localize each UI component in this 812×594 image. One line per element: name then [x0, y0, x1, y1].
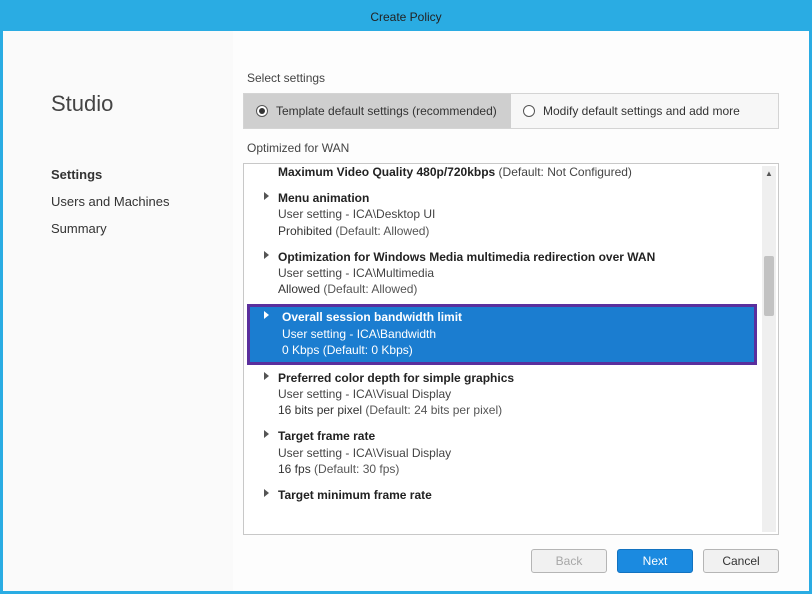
setting-title: Menu animation	[278, 190, 752, 206]
main-panel: Select settings Template default setting…	[233, 31, 809, 591]
select-settings-label: Select settings	[243, 71, 779, 85]
setting-max-video-quality[interactable]: Maximum Video Quality 480p/720kbps (Defa…	[244, 164, 760, 186]
setting-default: (Default: 30 fps)	[311, 462, 400, 476]
setting-path: User setting - ICA\Desktop UI	[278, 206, 752, 222]
settings-list: Maximum Video Quality 480p/720kbps (Defa…	[243, 163, 779, 535]
setting-menu-animation[interactable]: Menu animation User setting - ICA\Deskto…	[244, 186, 760, 245]
scroll-thumb[interactable]	[764, 256, 774, 316]
option-template-default[interactable]: Template default settings (recommended)	[244, 94, 511, 128]
wizard-footer: Back Next Cancel	[243, 535, 779, 573]
setting-wm-redirection-wan[interactable]: Optimization for Windows Media multimedi…	[244, 245, 760, 304]
option-modify-default[interactable]: Modify default settings and add more	[511, 94, 778, 128]
scrollbar[interactable]: ▲	[762, 166, 776, 532]
setting-title-default: (Default: Not Configured)	[495, 165, 632, 179]
setting-title: Maximum Video Quality 480p/720kbps	[278, 165, 495, 179]
window-titlebar: Create Policy	[3, 3, 809, 31]
back-button[interactable]: Back	[531, 549, 607, 573]
expand-icon	[264, 372, 269, 380]
setting-title: Optimization for Windows Media multimedi…	[278, 249, 752, 265]
nav-step-users-machines[interactable]: Users and Machines	[51, 190, 233, 213]
sidebar: Studio Settings Users and Machines Summa…	[3, 31, 233, 591]
setting-path: User setting - ICA\Bandwidth	[282, 326, 748, 342]
option-modify-default-label: Modify default settings and add more	[543, 104, 740, 118]
setting-default: (Default: Allowed)	[332, 224, 429, 238]
setting-value: 16 fps	[278, 462, 311, 476]
expand-icon	[264, 430, 269, 438]
setting-value: Prohibited	[278, 224, 332, 238]
setting-title: Overall session bandwidth limit	[282, 309, 748, 325]
setting-path: User setting - ICA\Visual Display	[278, 445, 752, 461]
nav-step-summary[interactable]: Summary	[51, 217, 233, 240]
setting-overall-bandwidth-limit[interactable]: Overall session bandwidth limit User set…	[248, 305, 756, 364]
scroll-up-icon[interactable]: ▲	[762, 166, 776, 180]
setting-title: Target minimum frame rate	[278, 487, 752, 503]
group-label: Optimized for WAN	[243, 141, 779, 155]
radio-icon	[523, 105, 535, 117]
content: Studio Settings Users and Machines Summa…	[3, 31, 809, 591]
nav-step-settings[interactable]: Settings	[51, 163, 233, 186]
option-template-default-label: Template default settings (recommended)	[276, 104, 497, 118]
cancel-button[interactable]: Cancel	[703, 549, 779, 573]
settings-mode-options: Template default settings (recommended) …	[243, 93, 779, 129]
next-button[interactable]: Next	[617, 549, 693, 573]
expand-icon	[264, 489, 269, 497]
settings-list-viewport: Maximum Video Quality 480p/720kbps (Defa…	[244, 164, 778, 534]
radio-icon	[256, 105, 268, 117]
expand-icon	[264, 251, 269, 259]
setting-title: Preferred color depth for simple graphic…	[278, 370, 752, 386]
setting-preferred-color-depth[interactable]: Preferred color depth for simple graphic…	[244, 366, 760, 425]
setting-default: (Default: Allowed)	[320, 282, 417, 296]
setting-value: Allowed	[278, 282, 320, 296]
setting-default: (Default: 0 Kbps)	[319, 343, 412, 357]
expand-icon	[264, 192, 269, 200]
expand-icon	[264, 311, 269, 319]
setting-title: Target frame rate	[278, 428, 752, 444]
setting-path: User setting - ICA\Multimedia	[278, 265, 752, 281]
setting-default: (Default: 24 bits per pixel)	[362, 403, 502, 417]
setting-value: 0 Kbps	[282, 343, 319, 357]
setting-value: 16 bits per pixel	[278, 403, 362, 417]
setting-path: User setting - ICA\Visual Display	[278, 386, 752, 402]
setting-target-frame-rate[interactable]: Target frame rate User setting - ICA\Vis…	[244, 424, 760, 483]
app-heading: Studio	[51, 91, 233, 117]
setting-target-min-frame-rate[interactable]: Target minimum frame rate	[244, 483, 760, 509]
